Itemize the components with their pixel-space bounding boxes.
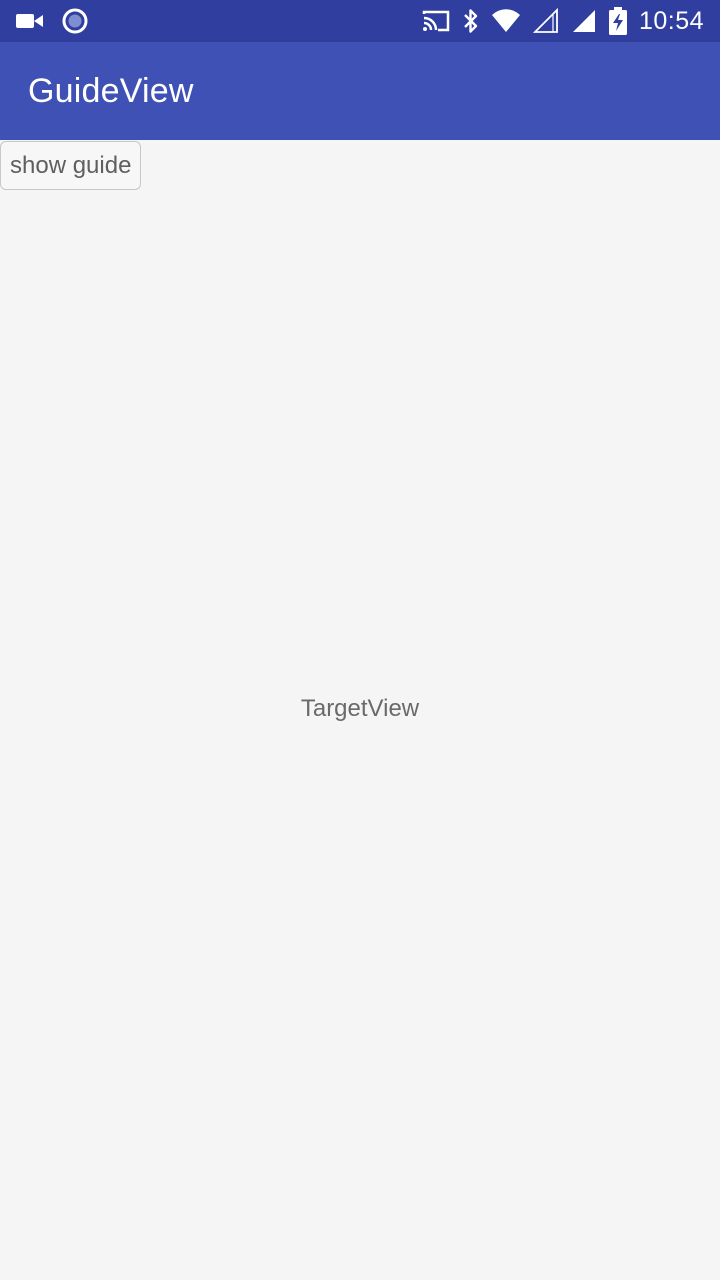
wifi-icon — [491, 9, 521, 33]
video-camera-icon — [16, 12, 44, 30]
show-guide-button[interactable]: show guide — [0, 141, 142, 190]
status-left-icons — [16, 8, 106, 34]
app-title: GuideView — [28, 71, 194, 110]
record-circle-icon — [62, 8, 88, 34]
battery-charging-icon — [608, 7, 627, 35]
signal-empty-icon — [532, 8, 559, 34]
status-bar: 10:54 — [0, 0, 720, 42]
cast-icon — [421, 9, 451, 33]
target-view: TargetView — [300, 695, 420, 722]
status-right-icons: 10:54 — [409, 7, 704, 36]
main-content: show guide TargetView — [0, 140, 720, 1280]
signal-full-icon — [571, 8, 597, 34]
status-time: 10:54 — [638, 6, 704, 35]
bluetooth-icon — [463, 8, 479, 34]
app-bar: GuideView — [0, 42, 720, 140]
